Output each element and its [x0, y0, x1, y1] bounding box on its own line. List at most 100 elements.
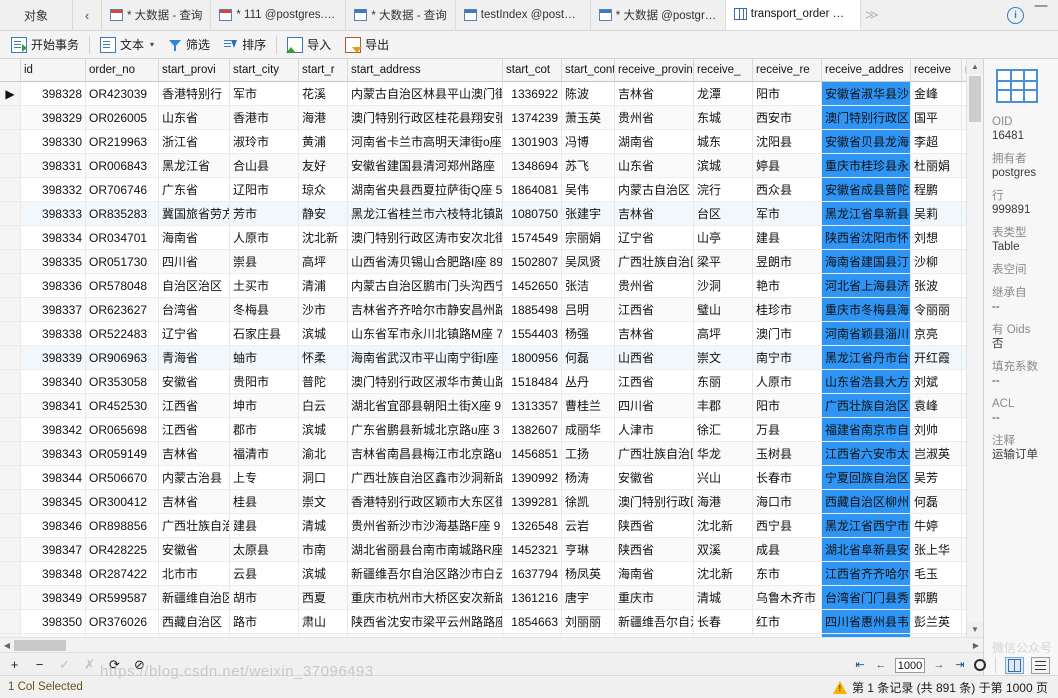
cell-order-no[interactable]: OR026005 [85, 105, 159, 130]
cell-receive-address[interactable]: 江西省齐齐哈尔 [821, 561, 911, 586]
cell-start-code[interactable]: 1554403 [502, 321, 562, 346]
cell-start-r[interactable]: 崇文 [298, 489, 348, 514]
cell-id[interactable]: 398329 [20, 105, 86, 130]
cell-start-r[interactable]: 静安 [298, 201, 348, 226]
column-header-start-contact[interactable]: start_cont [561, 59, 615, 82]
cell-start-address[interactable]: 陕西省沈安市梁平云州路路座 [347, 609, 503, 634]
cell-receive-contact[interactable]: 张波 [910, 273, 962, 298]
cell-start-province[interactable]: 广东省 [158, 177, 230, 202]
tab-query-4[interactable]: * 大数据 @postgres... [591, 0, 726, 30]
cell-receive-city[interactable]: 璧山 [693, 297, 753, 322]
cell-receive-address[interactable]: 海南省建国县汀 [821, 249, 911, 274]
cell-receive-city[interactable]: 长春 [693, 609, 753, 634]
row-marker[interactable] [0, 441, 21, 466]
cell-id[interactable]: 398338 [20, 321, 86, 346]
cell-start-city[interactable]: 郡市 [229, 417, 299, 442]
cell-start-code[interactable]: 1452321 [502, 537, 562, 562]
cell-start-city[interactable]: 胡市 [229, 585, 299, 610]
cell-id[interactable]: 398328 [20, 81, 86, 106]
table-row[interactable]: 398329 OR026005 山东省 香港市 海港 澳门特别行政区桂花县翔安张 13742… [0, 105, 983, 130]
cell-start-address[interactable]: 安徽省建国县清河郑州路座 [347, 153, 503, 178]
cell-id[interactable]: 398333 [20, 201, 86, 226]
cell-start-code[interactable]: 1336922 [502, 81, 562, 106]
cell-start-address[interactable]: 海南省武汉市平山南宁街I座 [347, 345, 503, 370]
row-marker[interactable] [0, 225, 21, 250]
cell-order-no[interactable]: OR803687 [85, 633, 159, 637]
row-marker[interactable] [0, 249, 21, 274]
cell-start-r[interactable]: 肃山 [298, 609, 348, 634]
row-marker[interactable] [0, 369, 21, 394]
cell-start-province[interactable]: 海南省 [158, 225, 230, 250]
cell-receive-region[interactable]: 艳市 [752, 273, 822, 298]
cell-receive-contact[interactable]: 岂淑英 [910, 441, 962, 466]
cell-order-no[interactable]: OR059149 [85, 441, 159, 466]
cell-start-address[interactable]: 澳门特别行政区涛市安次北街 [347, 225, 503, 250]
cell-start-code[interactable]: 1456851 [502, 441, 562, 466]
cell-start-contact[interactable]: 徐凯 [561, 489, 615, 514]
cell-id[interactable]: 398342 [20, 417, 86, 442]
cell-receive-province[interactable]: 湖南省 [614, 129, 694, 154]
table-row[interactable]: 398343 OR059149 吉林省 福清市 渝北 吉林省南昌县梅江市北京路u 14568… [0, 441, 983, 466]
cell-start-province[interactable]: 江西省 [158, 417, 230, 442]
cell-id[interactable]: 398330 [20, 129, 86, 154]
cell-start-contact[interactable]: 成丽华 [561, 417, 615, 442]
table-row[interactable]: 398336 OR578048 自治区治区 土买市 清浦 内蒙古自治区鹏市门头沟西宁 145… [0, 273, 983, 298]
cell-receive-city[interactable]: 海港 [693, 489, 753, 514]
table-row[interactable]: 398344 OR506670 内蒙古治县 上专 洞口 广西壮族自治区鑫市沙洞新路 1390… [0, 465, 983, 490]
cell-start-code[interactable]: 1854663 [502, 609, 562, 634]
cell-receive-address[interactable]: 江西省六安市太 [821, 441, 911, 466]
cell-start-code[interactable]: 1361216 [502, 585, 562, 610]
cell-start-r[interactable]: 怀柔 [298, 345, 348, 370]
cell-receive-region[interactable]: 昱朗市 [752, 249, 822, 274]
cell-receive-contact[interactable]: 令丽丽 [910, 297, 962, 322]
cell-start-city[interactable]: 崇县 [229, 249, 299, 274]
cell-start-address[interactable]: 吉林省齐齐哈尔市静安昌州路 [347, 297, 503, 322]
cell-receive-address[interactable]: 黑龙江省丹市台 [821, 345, 911, 370]
cell-start-address[interactable]: 澳门特别行政区淑华市黄山路 [347, 369, 503, 394]
cell-receive-province[interactable]: 四川省 [614, 393, 694, 418]
cell-start-city[interactable]: 合山县 [229, 153, 299, 178]
cell-id[interactable]: 398344 [20, 465, 86, 490]
stop-button[interactable]: ⊘ [133, 658, 146, 671]
cell-start-contact[interactable]: 张洁 [561, 273, 615, 298]
first-page-button[interactable]: ⇤ [853, 659, 867, 671]
cell-order-no[interactable]: OR578048 [85, 273, 159, 298]
cell-receive-province[interactable]: 山西省 [614, 345, 694, 370]
cell-id[interactable]: 398336 [20, 273, 86, 298]
cell-start-province[interactable]: 内蒙古治县 [158, 465, 230, 490]
cell-id[interactable]: 398350 [20, 609, 86, 634]
cell-receive-city[interactable]: 崇文 [693, 345, 753, 370]
cell-start-province[interactable]: 安徽省 [158, 537, 230, 562]
cell-start-r[interactable]: 琼众 [298, 177, 348, 202]
refresh-button[interactable]: ⟳ [108, 658, 121, 671]
cell-receive-city[interactable]: 沈北新 [693, 513, 753, 538]
table-row[interactable]: 398350 OR376026 西藏自治区 路市 肃山 陕西省沈安市梁平云州路路座 1854… [0, 609, 983, 634]
cell-receive-region[interactable]: 玉树县 [752, 441, 822, 466]
cell-order-no[interactable]: OR300412 [85, 489, 159, 514]
cell-start-r[interactable]: 滨城 [298, 321, 348, 346]
cell-receive-city[interactable]: 兴山 [693, 465, 753, 490]
cell-receive-city[interactable]: 梁平 [693, 249, 753, 274]
cell-start-address[interactable]: 吉林省南昌县梅江市北京路u [347, 441, 503, 466]
cell-start-city[interactable]: 冬梅县 [229, 297, 299, 322]
cell-receive-region[interactable]: 西众县 [752, 177, 822, 202]
cell-start-province[interactable]: 吉林省 [158, 441, 230, 466]
row-marker[interactable] [0, 561, 21, 586]
column-header-start-province[interactable]: start_provi [158, 59, 230, 82]
cell-start-city[interactable]: 淑玲市 [229, 129, 299, 154]
cell-start-contact[interactable]: 亨琳 [561, 537, 615, 562]
column-header-start-code[interactable]: start_cot [502, 59, 562, 82]
cell-receive-region[interactable]: 西宁县 [752, 513, 822, 538]
grid-horizontal-scrollbar[interactable]: ◀ ▶ [0, 637, 983, 652]
cell-receive-city[interactable]: 沙洞 [693, 273, 753, 298]
objects-tab[interactable]: 对象 [0, 0, 73, 30]
cell-id[interactable]: 398332 [20, 177, 86, 202]
tab-query-2[interactable]: * 111 @postgres.p... [211, 0, 347, 30]
row-marker[interactable] [0, 201, 21, 226]
cell-start-r[interactable]: 友好 [298, 153, 348, 178]
grid-view-icon[interactable] [1005, 656, 1024, 674]
cell-receive-contact[interactable]: 沙柳 [910, 249, 962, 274]
table-row[interactable]: 398340 OR353058 安徽省 贵阳市 普陀 澳门特别行政区淑华市黄山路 15184… [0, 369, 983, 394]
cell-start-city[interactable]: 人原市 [229, 225, 299, 250]
cell-receive-address[interactable]: 西藏自治区柳州 [821, 489, 911, 514]
